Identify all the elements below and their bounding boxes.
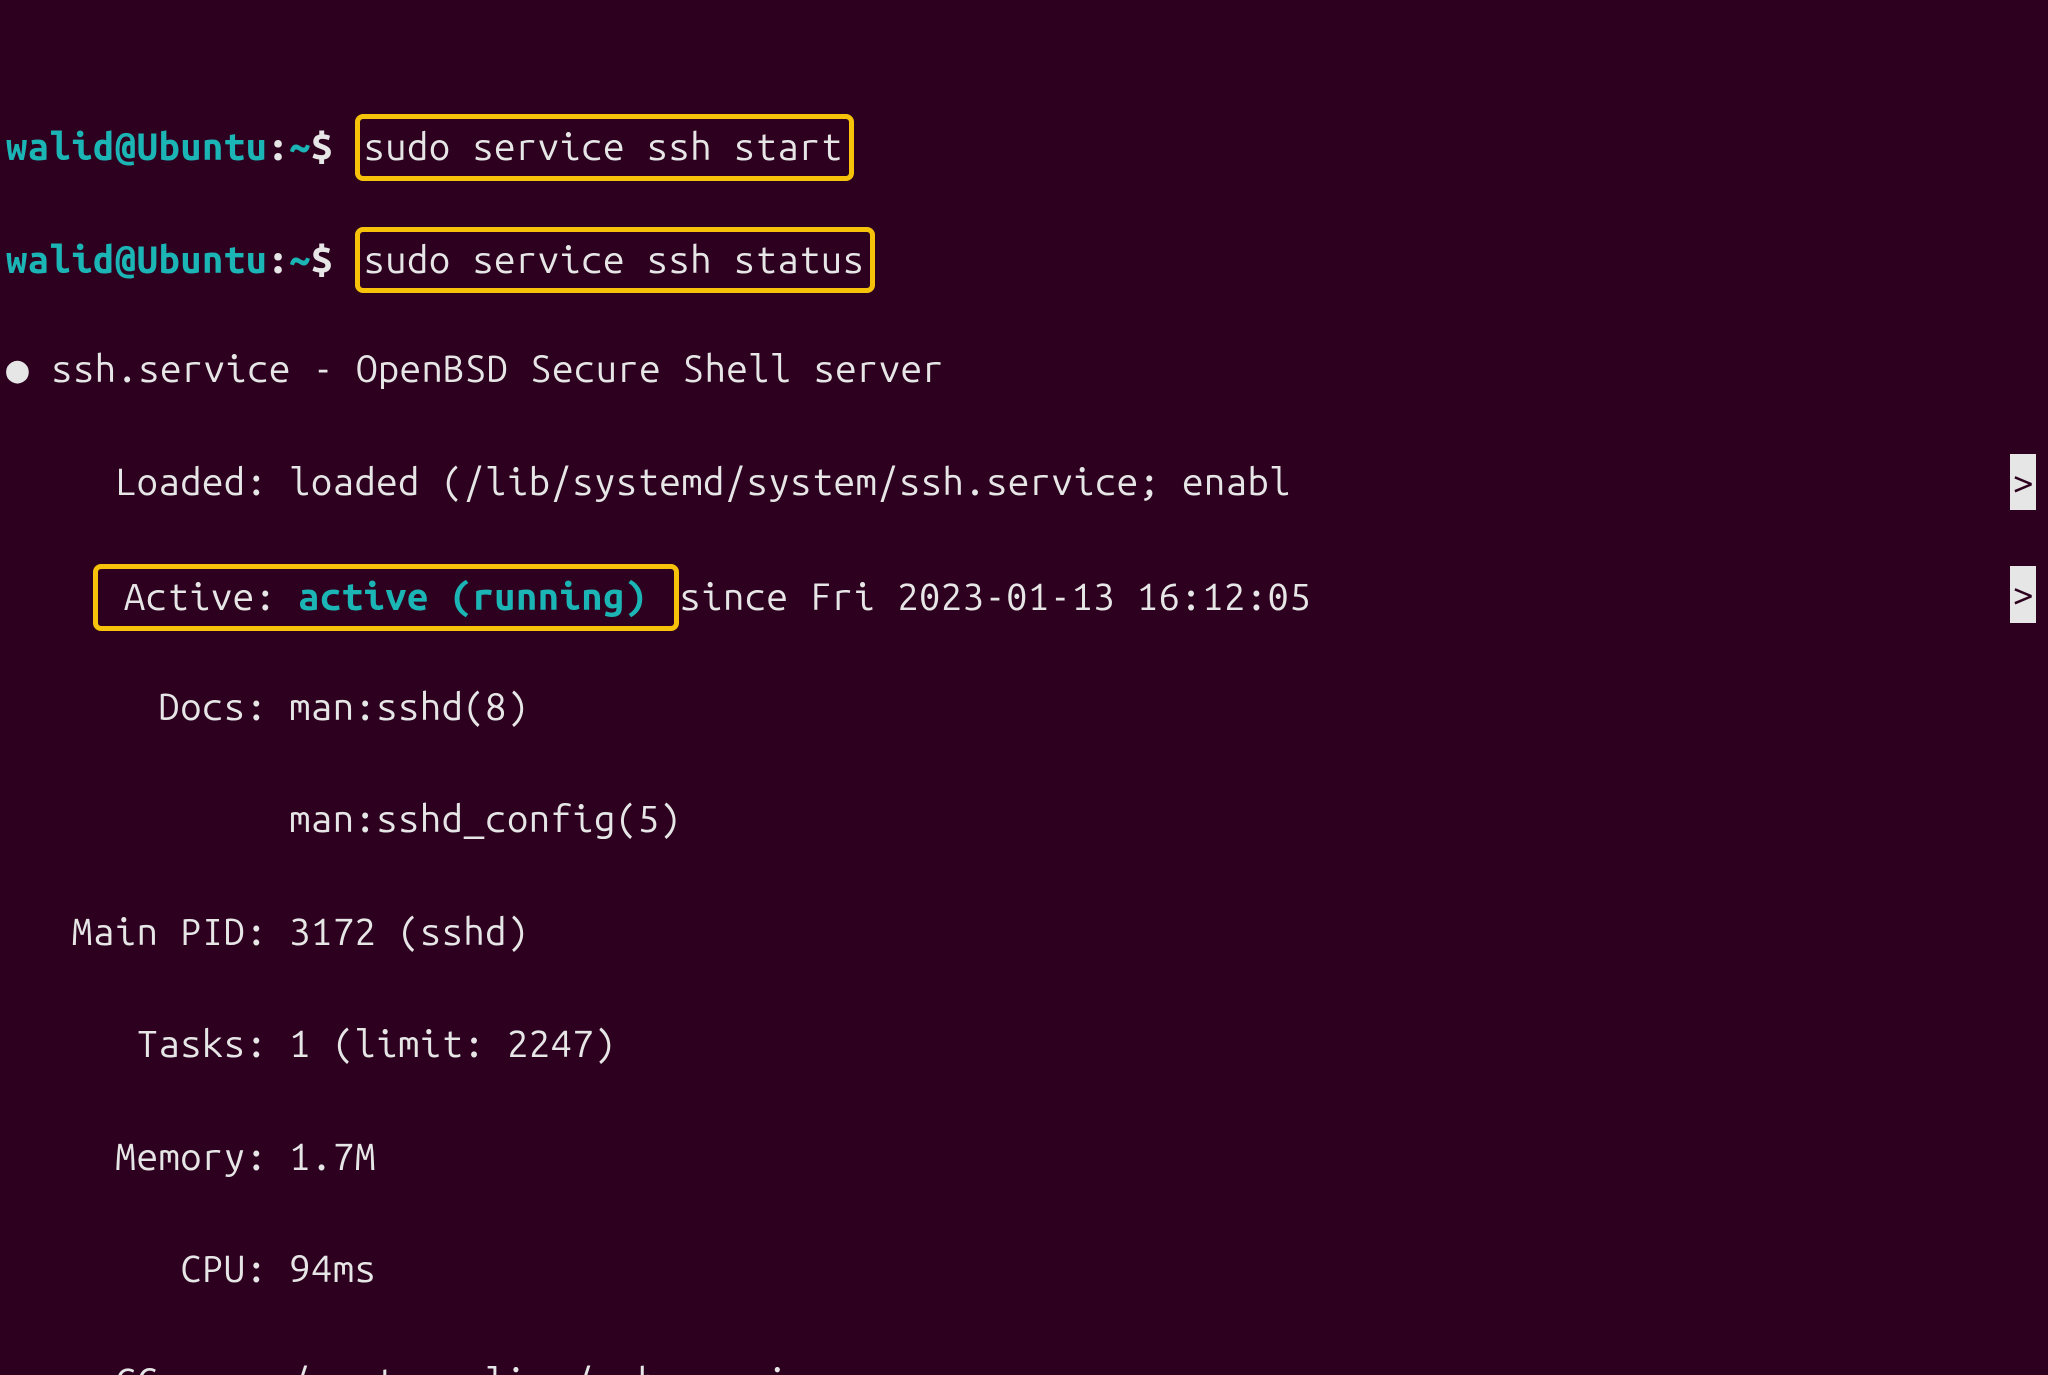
service-header: ● ssh.service - OpenBSD Secure Shell ser…: [6, 341, 2042, 397]
service-bullet: ●: [6, 348, 29, 390]
loaded-label: Loaded:: [115, 461, 267, 503]
tasks-label: Tasks:: [137, 1023, 268, 1065]
prompt-user-2: walid: [6, 239, 115, 281]
prompt-dollar-2: $: [311, 239, 333, 281]
active-line: Active: active (running) since Fri 2023-…: [6, 566, 2042, 622]
highlight-cmd-status: sudo service ssh status: [355, 227, 876, 293]
prompt-line-2: walid@Ubuntu:~$ sudo service ssh status: [6, 229, 2042, 285]
memory-line: Memory: 1.7M: [6, 1129, 2042, 1185]
loaded-line: Loaded: loaded (/lib/systemd/system/ssh.…: [6, 454, 2042, 510]
prompt-dollar: $: [311, 126, 333, 168]
prompt-path-2: ~: [289, 239, 311, 281]
docs-value-1: man:sshd(8): [289, 686, 529, 728]
service-dash: -: [313, 348, 335, 390]
mainpid-label: Main PID:: [71, 911, 267, 953]
cgroup-line: CGroup: /system.slice/ssh.service: [6, 1354, 2042, 1375]
highlight-cmd-start: sudo service ssh start: [355, 114, 854, 180]
cpu-label: CPU:: [180, 1248, 267, 1290]
cpu-value: 94ms: [289, 1248, 376, 1290]
prompt-at-2: @: [115, 239, 137, 281]
trunc-icon-2: >: [2010, 566, 2036, 622]
service-desc: OpenBSD Secure Shell server: [356, 348, 944, 390]
prompt-host: Ubuntu: [137, 126, 268, 168]
prompt-path: ~: [289, 126, 311, 168]
trunc-icon: >: [2010, 454, 2036, 510]
active-label: Active:: [124, 576, 276, 618]
tasks-line: Tasks: 1 (limit: 2247): [6, 1016, 2042, 1072]
mainpid-line: Main PID: 3172 (sshd): [6, 904, 2042, 960]
cmd-status: sudo service ssh status: [364, 239, 865, 281]
docs-line-1: Docs: man:sshd(8): [6, 679, 2042, 735]
prompt-user: walid: [6, 126, 115, 168]
prompt-host-2: Ubuntu: [137, 239, 268, 281]
service-name: ssh.service: [51, 348, 291, 390]
prompt-at: @: [115, 126, 137, 168]
active-value: active (running): [298, 576, 646, 618]
tasks-value: 1 (limit: 2247): [289, 1023, 616, 1065]
cgroup-value: /system.slice/ssh.service: [289, 1361, 834, 1375]
docs-line-2: man:sshd_config(5): [6, 791, 2042, 847]
cpu-line: CPU: 94ms: [6, 1241, 2042, 1297]
docs-value-2: man:sshd_config(5): [289, 798, 681, 840]
cgroup-label: CGroup:: [115, 1361, 267, 1375]
prompt-sep: :: [267, 126, 289, 168]
prompt-line-1: walid@Ubuntu:~$ sudo service ssh start: [6, 116, 2042, 172]
memory-label: Memory:: [115, 1136, 267, 1178]
highlight-active: Active: active (running): [93, 564, 679, 630]
prompt-sep-2: :: [267, 239, 289, 281]
active-since: since Fri 2023-01-13 16:12:05: [679, 576, 1311, 618]
terminal-window[interactable]: walid@Ubuntu:~$ sudo service ssh start w…: [0, 0, 2048, 1375]
docs-label: Docs:: [158, 686, 267, 728]
cmd-start: sudo service ssh start: [364, 126, 843, 168]
loaded-value: loaded (/lib/systemd/system/ssh.service;…: [289, 461, 1291, 503]
memory-value: 1.7M: [289, 1136, 376, 1178]
mainpid-value: 3172 (sshd): [289, 911, 529, 953]
